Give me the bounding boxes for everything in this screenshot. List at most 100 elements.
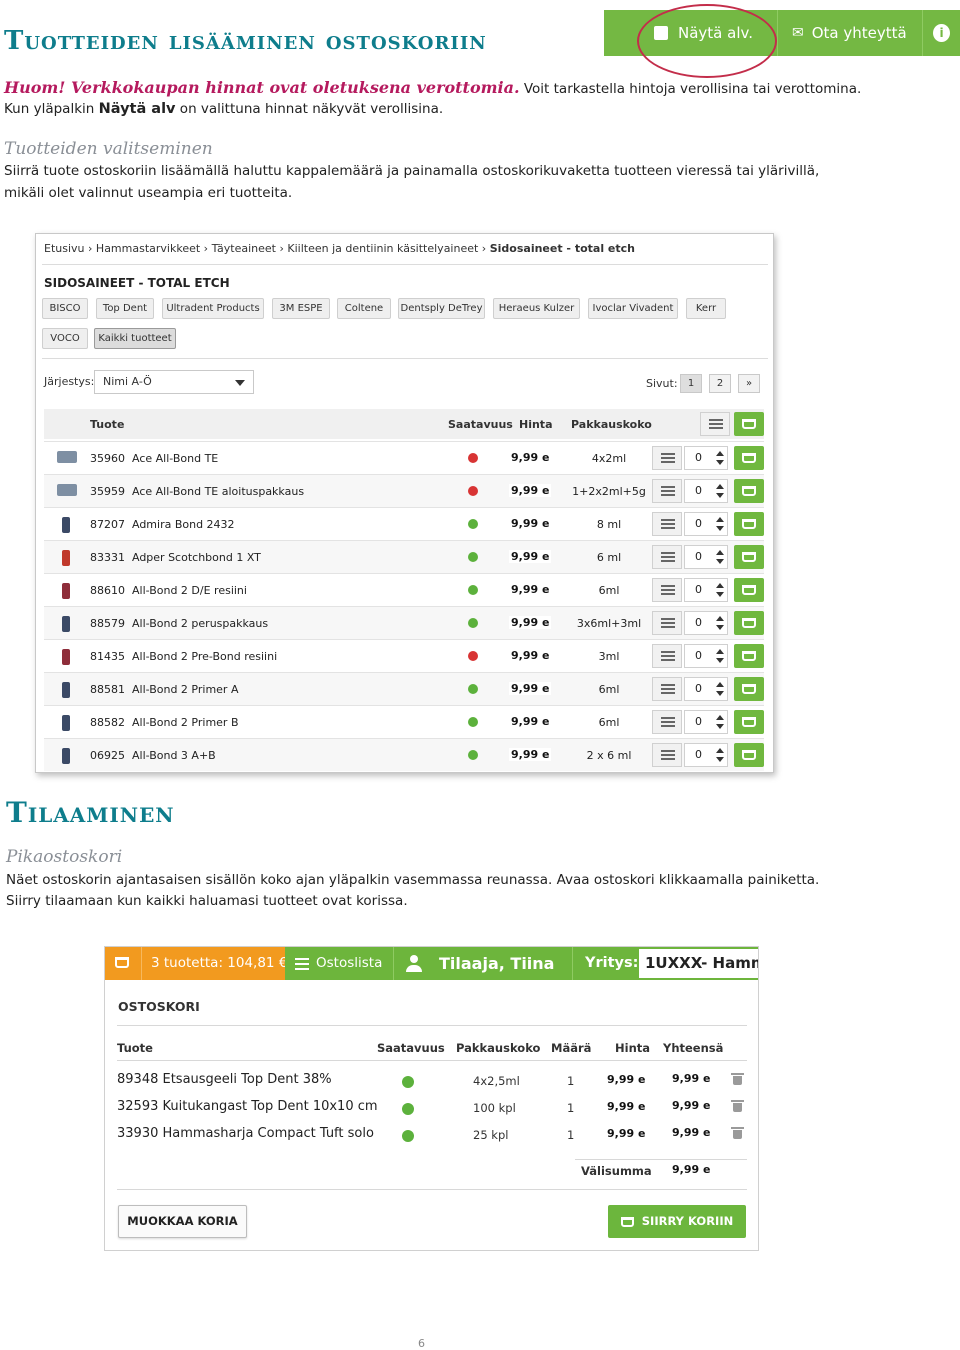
trash-icon[interactable] xyxy=(731,1073,744,1085)
quantity-stepper[interactable]: 0 xyxy=(684,545,728,569)
add-to-list-button[interactable] xyxy=(652,545,682,569)
filter-bisco[interactable]: BISCO xyxy=(42,298,88,319)
add-to-cart-button[interactable] xyxy=(734,611,764,635)
decrement-icon[interactable] xyxy=(716,724,724,729)
shopping-list-link[interactable]: Ostoslista xyxy=(316,955,382,971)
decrement-icon[interactable] xyxy=(716,658,724,663)
product-name-link[interactable]: 81435 All-Bond 2 Pre-Bond resiini xyxy=(90,650,277,663)
increment-icon[interactable] xyxy=(716,583,724,588)
decrement-icon[interactable] xyxy=(716,559,724,564)
filter-heraeus[interactable]: Heraeus Kulzer xyxy=(493,298,580,319)
filter-kerr[interactable]: Kerr xyxy=(686,298,726,319)
trash-icon[interactable] xyxy=(731,1100,744,1112)
company-select[interactable]: 1UXXX- Hamma xyxy=(639,949,758,978)
product-name-link[interactable]: 88581 All-Bond 2 Primer A xyxy=(90,683,238,696)
filter-ultradent[interactable]: Ultradent Products xyxy=(162,298,264,319)
product-name-link[interactable]: 06925 All-Bond 3 A+B xyxy=(90,749,216,762)
product-name-link[interactable]: 88582 All-Bond 2 Primer B xyxy=(90,716,239,729)
product-name-link[interactable]: 88610 All-Bond 2 D/E resiini xyxy=(90,584,247,597)
page-1-button[interactable]: 1 xyxy=(680,374,702,393)
add-to-list-button[interactable] xyxy=(652,611,682,635)
decrement-icon[interactable] xyxy=(716,691,724,696)
breadcrumb-item[interactable]: Hammastarvikkeet xyxy=(96,242,200,255)
cart-col-availability: Saatavuus xyxy=(377,1041,445,1055)
add-to-cart-button[interactable] xyxy=(734,578,764,602)
sort-select[interactable]: Nimi A-Ö xyxy=(94,370,254,394)
page-2-button[interactable]: 2 xyxy=(709,374,731,393)
add-to-list-button[interactable] xyxy=(652,479,682,503)
add-to-cart-button[interactable] xyxy=(734,446,764,470)
quantity-stepper[interactable]: 0 xyxy=(684,512,728,536)
product-package-size: 1+2x2ml+5g xyxy=(572,485,646,498)
add-to-list-button[interactable] xyxy=(652,677,682,701)
increment-icon[interactable] xyxy=(716,616,724,621)
quantity-stepper[interactable]: 0 xyxy=(684,578,728,602)
product-name-link[interactable]: 87207 Admira Bond 2432 xyxy=(90,518,235,531)
add-to-cart-button[interactable] xyxy=(734,743,764,767)
increment-icon[interactable] xyxy=(716,715,724,720)
go-to-cart-button[interactable]: SIIRRY KORIIN xyxy=(608,1205,746,1238)
product-package-size: 3ml xyxy=(598,650,620,663)
header-add-all-to-cart-button[interactable] xyxy=(734,412,764,436)
filter-coltene[interactable]: Coltene xyxy=(337,298,391,319)
breadcrumb-item[interactable]: Täyteaineet xyxy=(212,242,276,255)
product-name-link[interactable]: 88579 All-Bond 2 peruspakkaus xyxy=(90,617,268,630)
increment-icon[interactable] xyxy=(716,517,724,522)
trash-icon[interactable] xyxy=(731,1127,744,1139)
decrement-icon[interactable] xyxy=(716,493,724,498)
quantity-stepper[interactable]: 0 xyxy=(684,611,728,635)
filter-top-dent[interactable]: Top Dent xyxy=(96,298,154,319)
add-to-list-button[interactable] xyxy=(652,743,682,767)
product-name-link[interactable]: 35960 Ace All-Bond TE xyxy=(90,452,218,465)
breadcrumb-item[interactable]: Etusivu xyxy=(44,242,85,255)
cart-item-price: 9,99 e xyxy=(605,1100,648,1113)
add-to-list-button[interactable] xyxy=(652,578,682,602)
customer-name[interactable]: Tilaaja, Tiina xyxy=(439,954,554,973)
quantity-stepper[interactable]: 0 xyxy=(684,446,728,470)
breadcrumb-item[interactable]: Kiilteen ja dentiinin käsittelyaineet xyxy=(287,242,478,255)
filter-voco[interactable]: VOCO xyxy=(42,328,88,349)
quantity-stepper[interactable]: 0 xyxy=(684,743,728,767)
add-to-cart-button[interactable] xyxy=(734,479,764,503)
product-price: 9,99 e xyxy=(509,682,552,695)
product-name-link[interactable]: 35959 Ace All-Bond TE aloituspakkaus xyxy=(90,485,304,498)
col-package: Pakkauskoko xyxy=(571,418,652,431)
increment-icon[interactable] xyxy=(716,484,724,489)
quantity-stepper[interactable]: 0 xyxy=(684,677,728,701)
increment-icon[interactable] xyxy=(716,451,724,456)
add-to-list-button[interactable] xyxy=(652,710,682,734)
increment-icon[interactable] xyxy=(716,550,724,555)
add-to-cart-button[interactable] xyxy=(734,644,764,668)
filter-dentsply[interactable]: Dentsply DeTrey xyxy=(398,298,485,319)
add-to-cart-button[interactable] xyxy=(734,512,764,536)
product-price: 9,99 e xyxy=(509,550,552,563)
filter-all-products[interactable]: Kaikki tuotteet xyxy=(94,328,176,349)
decrement-icon[interactable] xyxy=(716,592,724,597)
cart-summary-bar[interactable]: 3 tuotetta: 104,81 € xyxy=(105,947,287,980)
add-to-list-button[interactable] xyxy=(652,644,682,668)
filter-ivoclar[interactable]: Ivoclar Vivadent xyxy=(588,298,678,319)
quantity-stepper[interactable]: 0 xyxy=(684,479,728,503)
product-name-link[interactable]: 83331 Adper Scotchbond 1 XT xyxy=(90,551,261,564)
increment-icon[interactable] xyxy=(716,649,724,654)
next-page-button[interactable]: » xyxy=(738,374,760,393)
increment-icon[interactable] xyxy=(716,748,724,753)
decrement-icon[interactable] xyxy=(716,526,724,531)
user-icon xyxy=(406,955,422,973)
info-button[interactable]: i xyxy=(922,10,960,56)
edit-cart-button[interactable]: MUOKKAA KORIA xyxy=(118,1205,247,1238)
contact-button[interactable]: ✉ Ota yhteyttä xyxy=(777,10,922,56)
decrement-icon[interactable] xyxy=(716,460,724,465)
decrement-icon[interactable] xyxy=(716,757,724,762)
increment-icon[interactable] xyxy=(716,682,724,687)
quantity-stepper[interactable]: 0 xyxy=(684,710,728,734)
quantity-stepper[interactable]: 0 xyxy=(684,644,728,668)
decrement-icon[interactable] xyxy=(716,625,724,630)
header-list-button[interactable] xyxy=(700,412,730,436)
filter-3m-espe[interactable]: 3M ESPE xyxy=(272,298,330,319)
add-to-cart-button[interactable] xyxy=(734,677,764,701)
add-to-list-button[interactable] xyxy=(652,446,682,470)
add-to-cart-button[interactable] xyxy=(734,710,764,734)
add-to-cart-button[interactable] xyxy=(734,545,764,569)
add-to-list-button[interactable] xyxy=(652,512,682,536)
